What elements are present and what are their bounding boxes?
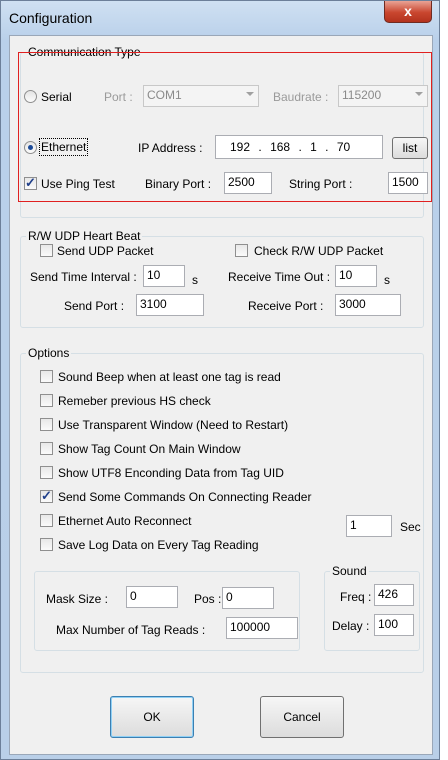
option-checkbox[interactable] (40, 418, 53, 431)
receive-timeout-field[interactable]: 10 (335, 265, 377, 287)
mask-size-label: Mask Size : (46, 592, 109, 606)
options-legend: Options (26, 346, 72, 360)
option-label: Ethernet Auto Reconnect (58, 514, 192, 528)
option-checkbox[interactable] (40, 370, 53, 383)
send-interval-label: Send Time Interval : (30, 270, 137, 284)
delay-label: Delay : (332, 619, 370, 633)
receive-port-label: Receive Port : (248, 299, 324, 313)
option-label: Sound Beep when at least one tag is read (58, 370, 281, 384)
send-interval-field[interactable]: 10 (143, 265, 185, 287)
option-checkbox[interactable] (40, 466, 53, 479)
configuration-window: Configuration x Communication Type Seria… (0, 0, 440, 760)
pos-label: Pos : (194, 592, 222, 606)
dialog-client-area: Communication Type Serial Port : COM1 Ba… (9, 35, 433, 755)
sound-legend: Sound (330, 564, 369, 578)
pos-field[interactable]: 0 (222, 587, 274, 609)
option-label: Remeber previous HS check (58, 394, 211, 408)
option-label: Show UTF8 Enconding Data from Tag UID (58, 466, 284, 480)
cancel-button[interactable]: Cancel (260, 696, 344, 738)
reconnect-unit: Sec (400, 520, 421, 534)
send-port-field[interactable]: 3100 (136, 294, 204, 316)
title-bar[interactable]: Configuration x (1, 1, 439, 35)
max-tag-reads-label: Max Number of Tag Reads : (56, 623, 206, 637)
send-port-label: Send Port : (64, 299, 125, 313)
send-udp-packet-label: Send UDP Packet (57, 244, 154, 258)
reconnect-interval-field[interactable]: 1 (346, 515, 392, 537)
close-button[interactable]: x (384, 1, 432, 23)
max-tag-reads-field[interactable]: 100000 (226, 617, 298, 639)
delay-field[interactable]: 100 (374, 614, 414, 636)
option-checkbox[interactable] (40, 394, 53, 407)
receive-port-field[interactable]: 3000 (335, 294, 401, 316)
check-rw-udp-packet-label: Check R/W UDP Packet (254, 244, 384, 258)
receive-timeout-unit: s (384, 273, 390, 287)
highlight-rectangle (18, 52, 432, 202)
option-checkbox[interactable] (40, 514, 53, 527)
option-checkbox[interactable] (40, 538, 53, 551)
check-rw-udp-packet-checkbox[interactable] (235, 244, 248, 257)
option-label: Show Tag Count On Main Window (58, 442, 241, 456)
option-label: Use Transparent Window (Need to Restart) (58, 418, 289, 432)
send-udp-packet-checkbox[interactable] (40, 244, 53, 257)
mask-subpanel (34, 571, 300, 651)
mask-size-field[interactable]: 0 (126, 586, 178, 608)
option-checkbox[interactable] (40, 442, 53, 455)
option-checkbox[interactable] (40, 488, 53, 504)
option-label: Send Some Commands On Connecting Reader (58, 490, 312, 504)
sound-subgroup (324, 571, 420, 651)
window-title: Configuration (9, 10, 93, 26)
ok-button[interactable]: OK (110, 696, 194, 738)
option-label: Save Log Data on Every Tag Reading (58, 538, 259, 552)
freq-field[interactable]: 426 (374, 584, 414, 606)
receive-timeout-label: Receive Time Out : (228, 270, 331, 284)
freq-label: Freq : (340, 590, 372, 604)
udp-heartbeat-legend: R/W UDP Heart Beat (26, 229, 143, 243)
send-interval-unit: s (192, 273, 198, 287)
